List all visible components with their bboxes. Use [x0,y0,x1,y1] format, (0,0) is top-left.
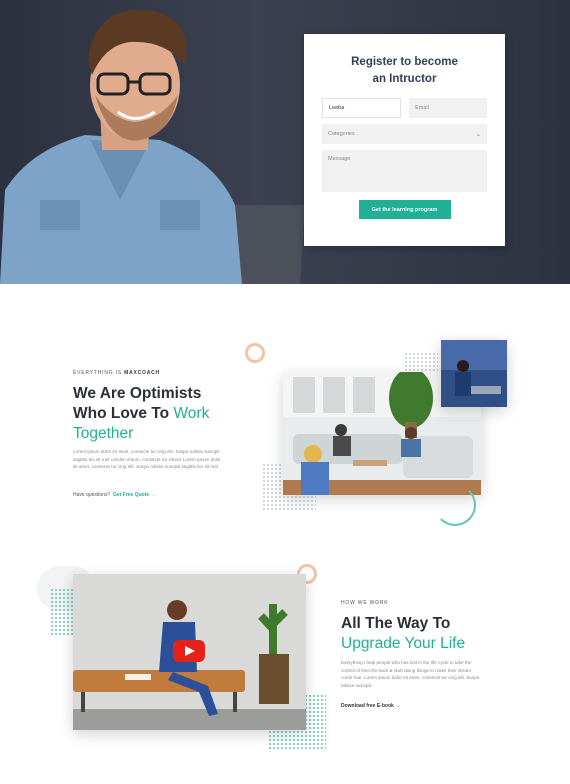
about-body: Lorem ipsum dolor sit amet, consecte tur… [73,449,221,469]
name-input[interactable]: Leeba [322,98,402,118]
message-textarea[interactable]: Message [322,150,487,192]
video-thumbnail[interactable] [73,574,306,730]
green-ring-decoration [434,484,476,526]
download-ebook-link[interactable]: Download free E-book → [341,703,400,709]
chevron-down-icon: ⌄ [475,131,481,138]
question-text: Have questions? [73,492,111,498]
how-body: Everything I help people who has lost in… [341,660,480,688]
orange-ring-decoration [245,343,265,363]
form-title: Register to become an Intructor [322,54,487,88]
form-title-line1: Register to become [351,56,458,68]
arrow-right-icon: → [395,703,401,709]
categories-select[interactable]: Categories ⌄ [322,124,487,144]
how-eyebrow: HOW WE WORK [341,600,389,606]
arrow-right-icon: → [150,492,156,498]
how-heading: All The Way To Upgrade Your Life [341,615,466,652]
hero-section: Register to become an Intructor Leeba Em… [0,0,570,284]
register-form: Register to become an Intructor Leeba Em… [304,34,505,246]
email-input[interactable]: Email [409,98,487,118]
categories-placeholder: Categories [328,131,355,137]
dot-pattern [50,588,74,636]
dot-pattern [404,352,438,372]
form-title-line2: an Intructor [372,73,437,85]
about-cta-line: Have questions? Get Free Quote → [73,492,156,498]
get-quote-link[interactable]: Get Free Quote → [112,492,156,498]
instructor-photo [0,9,305,284]
about-eyebrow: EVERYTHING IS MAXCOACH [73,370,160,376]
youtube-play-icon[interactable] [173,640,205,662]
submit-button[interactable]: Get the learning program [358,200,451,219]
about-heading: We Are Optimists Who Love To Work Togeth… [73,385,210,442]
woman-laptop-photo [441,340,507,407]
